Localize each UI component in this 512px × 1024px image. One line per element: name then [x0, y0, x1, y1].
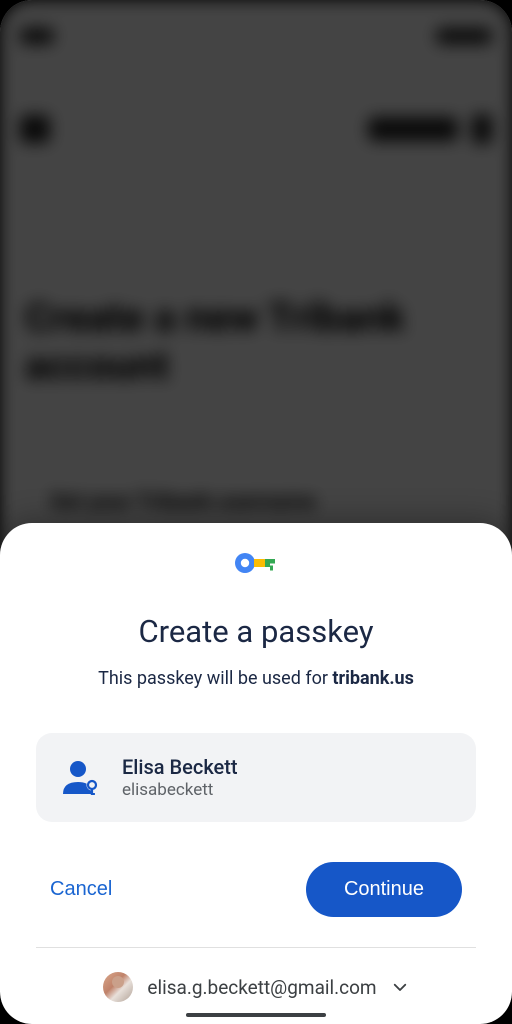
- person-passkey-icon: [60, 760, 100, 796]
- account-switcher[interactable]: elisa.g.beckett@gmail.com: [0, 948, 512, 1002]
- passkey-bottom-sheet: Create a passkey This passkey will be us…: [0, 523, 512, 1024]
- home-indicator[interactable]: [186, 1013, 326, 1017]
- avatar: [103, 972, 133, 1002]
- sheet-title: Create a passkey: [36, 613, 476, 650]
- subtitle-prefix: This passkey will be used for: [98, 668, 332, 689]
- sheet-subtitle: This passkey will be used for tribank.us: [36, 668, 476, 689]
- account-card[interactable]: Elisa Beckett elisabeckett: [36, 733, 476, 822]
- action-row: Cancel Continue: [36, 862, 476, 917]
- chevron-down-icon: [391, 978, 409, 996]
- passkey-key-icon: [36, 551, 476, 575]
- account-info: Elisa Beckett elisabeckett: [122, 755, 238, 800]
- subtitle-domain: tribank.us: [332, 668, 413, 689]
- footer-email: elisa.g.beckett@gmail.com: [147, 976, 376, 999]
- account-username: elisabeckett: [122, 780, 238, 800]
- cancel-button[interactable]: Cancel: [50, 868, 112, 911]
- account-display-name: Elisa Beckett: [122, 755, 238, 779]
- device-screen: Create a new Tribank account Set your Tr…: [0, 0, 512, 1024]
- continue-button[interactable]: Continue: [306, 862, 462, 917]
